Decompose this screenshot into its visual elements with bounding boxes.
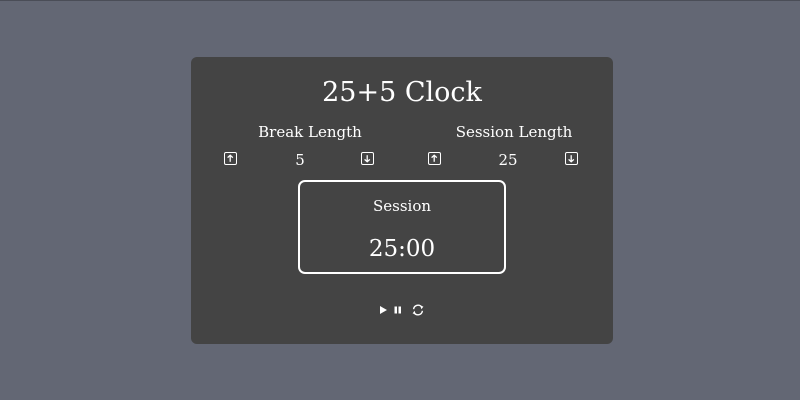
arrow-up-icon xyxy=(431,154,438,162)
session-length-control: Session Length 25 xyxy=(415,122,595,172)
session-increment-button[interactable] xyxy=(428,152,441,165)
clock-card: 25+5 Clock Break Length 5 Session Length xyxy=(191,57,613,344)
break-length-control: Break Length 5 xyxy=(211,122,391,172)
arrow-down-icon xyxy=(568,155,575,163)
break-increment-button[interactable] xyxy=(224,152,237,165)
pause-icon xyxy=(394,306,401,314)
timer-display: Session 25:00 xyxy=(298,180,506,274)
arrow-down-icon xyxy=(364,155,371,163)
session-label: Session Length xyxy=(455,123,573,141)
session-decrement-button[interactable] xyxy=(565,152,578,165)
session-controls: 25 xyxy=(415,150,595,172)
reset-button[interactable] xyxy=(411,302,425,321)
top-border-line xyxy=(0,0,800,1)
timer-label: Session xyxy=(372,197,432,215)
break-decrement-button[interactable] xyxy=(361,152,374,165)
arrow-up-icon xyxy=(227,154,234,162)
start-stop-button[interactable] xyxy=(379,302,388,321)
time-left: 25:00 xyxy=(368,236,436,262)
break-controls: 5 xyxy=(211,150,391,172)
break-label: Break Length xyxy=(258,123,362,141)
pause-button[interactable] xyxy=(394,302,402,321)
refresh-icon xyxy=(412,304,424,316)
app-title: 25+5 Clock xyxy=(322,77,482,108)
break-length-value: 5 xyxy=(295,151,305,169)
session-length-value: 25 xyxy=(498,151,518,169)
play-icon xyxy=(380,306,387,314)
